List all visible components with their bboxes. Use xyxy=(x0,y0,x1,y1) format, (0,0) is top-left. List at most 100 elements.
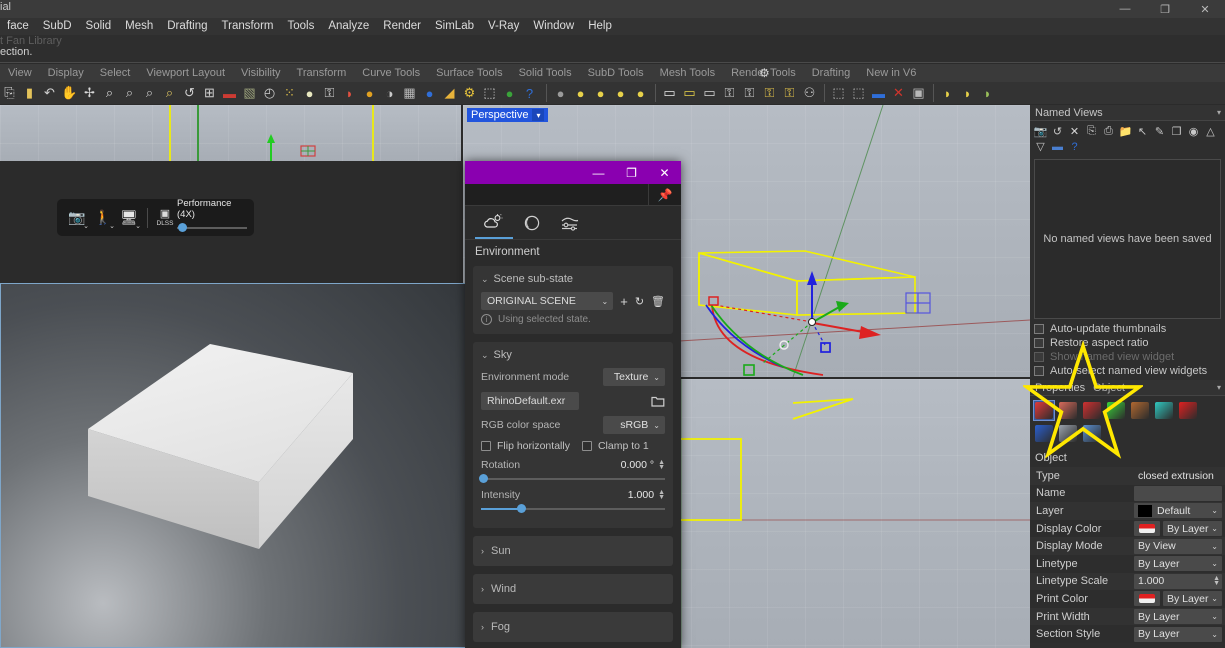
move-icon[interactable]: ✢ xyxy=(80,83,99,103)
viewport-top-strip[interactable] xyxy=(0,105,461,161)
help-icon[interactable]: ? xyxy=(520,83,539,103)
scene-substate-header[interactable]: ⌄ Scene sub-state xyxy=(481,273,665,285)
light-properties-icon[interactable] xyxy=(1057,400,1079,421)
menu-item-drafting[interactable]: Drafting xyxy=(160,18,214,35)
lock-layer-icon[interactable]: ⚿ xyxy=(760,83,779,103)
effects-tab[interactable] xyxy=(551,206,589,239)
car-icon[interactable]: ▬ xyxy=(220,83,239,103)
property-value-dropdown[interactable]: By Layer ⌄ xyxy=(1134,609,1222,625)
clamp-to-1-checkbox[interactable] xyxy=(581,441,592,451)
clock-icon[interactable]: ◴ xyxy=(260,83,279,103)
zoom-icon[interactable]: ⌕ xyxy=(100,83,119,103)
texture-mapping-icon[interactable] xyxy=(1129,400,1151,421)
named-view-3-icon[interactable]: ◗ xyxy=(978,83,997,103)
toolbar-tab-mesh-tools[interactable]: Mesh Tools xyxy=(652,64,723,82)
four-view-icon[interactable]: ⊞ xyxy=(200,83,219,103)
camera-delete-icon[interactable]: ✕ xyxy=(889,83,908,103)
pin-icon[interactable]: 📌 xyxy=(648,184,681,206)
display-properties-icon[interactable] xyxy=(1105,400,1127,421)
camera-icon[interactable]: 📷 ⌄ xyxy=(64,205,90,231)
lights-group-icon[interactable]: ⚇ xyxy=(800,83,819,103)
chevron-down-icon[interactable]: ▾ xyxy=(532,109,545,121)
refresh-icon[interactable]: ↻ xyxy=(635,295,644,308)
checkbox[interactable] xyxy=(1034,324,1044,334)
visibility-icon[interactable]: ◉ xyxy=(1186,124,1201,139)
layer-page-icon[interactable]: ▭ xyxy=(660,83,679,103)
option-restore-aspect-ratio[interactable]: Restore aspect ratio xyxy=(1030,336,1225,350)
render-icon[interactable]: ▧ xyxy=(240,83,259,103)
texture-file-field[interactable]: RhinoDefault.exr xyxy=(481,392,579,410)
lock-yellow-icon[interactable]: ⚿ xyxy=(780,83,799,103)
property-value-dropdown[interactable]: By Layer ⌄ xyxy=(1134,626,1222,642)
trash-icon[interactable]: 🗑 xyxy=(651,295,665,308)
named-views-panel-header[interactable]: Named Views ▾ xyxy=(1030,105,1225,121)
cylinder-icon[interactable] xyxy=(1081,423,1103,444)
rotate-view-icon[interactable]: ↺ xyxy=(180,83,199,103)
menu-item-solid[interactable]: Solid xyxy=(79,18,119,35)
menu-item-render[interactable]: Render xyxy=(376,18,428,35)
checkbox[interactable] xyxy=(1034,338,1044,348)
copy-view-icon[interactable]: ⎘ xyxy=(1084,124,1099,139)
green-sphere-icon[interactable]: ● xyxy=(500,83,519,103)
menu-item-face[interactable]: face xyxy=(0,18,36,35)
undo-icon[interactable]: ↶ xyxy=(40,83,59,103)
toolbar-tab-transform[interactable]: Transform xyxy=(289,64,355,82)
slider-knob[interactable] xyxy=(177,222,187,232)
named-view-2-icon[interactable]: ◗ xyxy=(958,83,977,103)
properties-panel-header[interactable]: Properties Object ▾ xyxy=(1030,380,1225,396)
rename-view-icon[interactable]: ✎ xyxy=(1152,124,1167,139)
color-swatch-button[interactable] xyxy=(1134,521,1160,537)
toolbar-tab-viewport-layout[interactable]: Viewport Layout xyxy=(138,64,233,82)
light-add-icon[interactable]: ● xyxy=(591,83,610,103)
lighting-tab[interactable] xyxy=(513,206,551,239)
camera-props-icon[interactable]: ▣ xyxy=(909,83,928,103)
menu-item-mesh[interactable]: Mesh xyxy=(118,18,160,35)
property-value-dropdown[interactable]: Default ⌄ xyxy=(1134,503,1222,519)
light-bulb-icon[interactable]: ● xyxy=(300,83,319,103)
slider-knob[interactable] xyxy=(479,474,488,483)
render-blue-icon[interactable]: ● xyxy=(420,83,439,103)
lock-closed-icon[interactable]: ⚿ xyxy=(720,83,739,103)
toolbar-tab-drafting[interactable]: Drafting xyxy=(804,64,859,82)
lock-icon[interactable]: ⚿ xyxy=(320,83,339,103)
pick-view-icon[interactable]: ↖ xyxy=(1135,124,1150,139)
options-gear-icon[interactable]: ⚙ xyxy=(460,83,479,103)
intensity-value-group[interactable]: 1.000 ▲ ▼ xyxy=(608,489,665,501)
pan-icon[interactable]: ✋ xyxy=(60,83,79,103)
toolbar-tab-curve-tools[interactable]: Curve Tools xyxy=(354,64,428,82)
flip-horizontally-checkbox[interactable] xyxy=(481,441,491,451)
lights-pair-icon[interactable]: ● xyxy=(631,83,650,103)
color-swatch-button[interactable] xyxy=(1134,591,1160,607)
color-wheel-icon[interactable]: ● xyxy=(360,83,379,103)
env-maximize-button[interactable]: ❐ xyxy=(615,161,648,184)
intensity-slider[interactable] xyxy=(481,503,665,515)
help-icon[interactable]: ? xyxy=(1067,139,1082,154)
object-properties-icon[interactable] xyxy=(1033,400,1055,421)
gem-properties-icon[interactable] xyxy=(1153,400,1175,421)
environment-titlebar[interactable]: — ❐ ✕ xyxy=(465,161,681,184)
camera-blue-icon[interactable]: ▬ xyxy=(869,83,888,103)
intensity-stepper[interactable]: ▲ ▼ xyxy=(658,489,665,501)
material-icon[interactable]: ◗ xyxy=(340,83,359,103)
env-close-button[interactable]: ✕ xyxy=(648,161,681,184)
toolbar-tab-surface-tools[interactable]: Surface Tools xyxy=(428,64,510,82)
section-wind[interactable]: › Wind xyxy=(473,574,673,604)
toolbar-tab-display[interactable]: Display xyxy=(40,64,92,82)
property-value-field[interactable] xyxy=(1134,485,1222,501)
rotation-stepper[interactable]: ▲ ▼ xyxy=(658,459,665,471)
section-sun[interactable]: › Sun xyxy=(473,536,673,566)
slider-knob[interactable] xyxy=(517,504,527,513)
performance-slider[interactable] xyxy=(177,222,247,234)
lock-open-icon[interactable]: ⚿ xyxy=(740,83,759,103)
named-views-list[interactable]: No named views have been saved xyxy=(1034,159,1221,319)
environment-tab[interactable] xyxy=(475,206,513,239)
dlss-control[interactable]: ▣ DLSS xyxy=(153,208,177,227)
toolbar-tab-subd-tools[interactable]: SubD Tools xyxy=(580,64,652,82)
material-properties-icon[interactable] xyxy=(1081,400,1103,421)
section-fog[interactable]: › Fog xyxy=(473,612,673,642)
menu-item-transform[interactable]: Transform xyxy=(215,18,281,35)
paint-bucket-icon[interactable] xyxy=(1057,423,1079,444)
viewport-title-perspective[interactable]: Perspective ▾ xyxy=(467,108,549,122)
menu-item-simlab[interactable]: SimLab xyxy=(428,18,481,35)
property-value-dropdown[interactable]: By Layer ⌄ xyxy=(1163,591,1222,607)
